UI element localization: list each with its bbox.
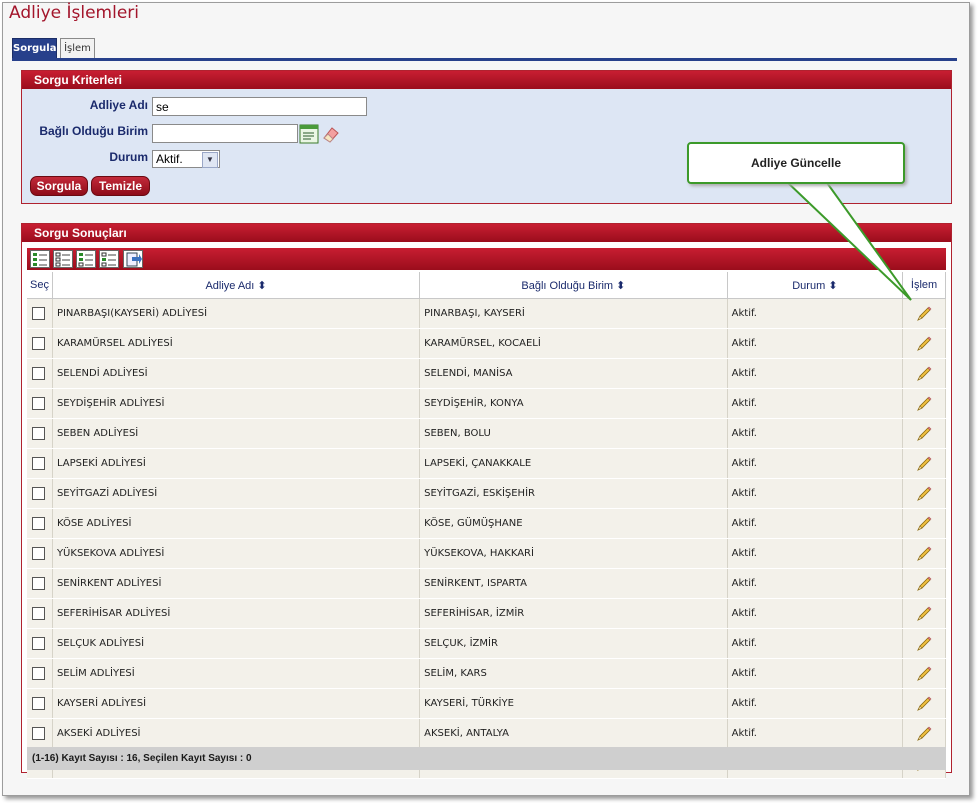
callout-pointer — [782, 178, 912, 301]
callout-adliye-guncelle: Adliye Güncelle — [687, 142, 905, 184]
